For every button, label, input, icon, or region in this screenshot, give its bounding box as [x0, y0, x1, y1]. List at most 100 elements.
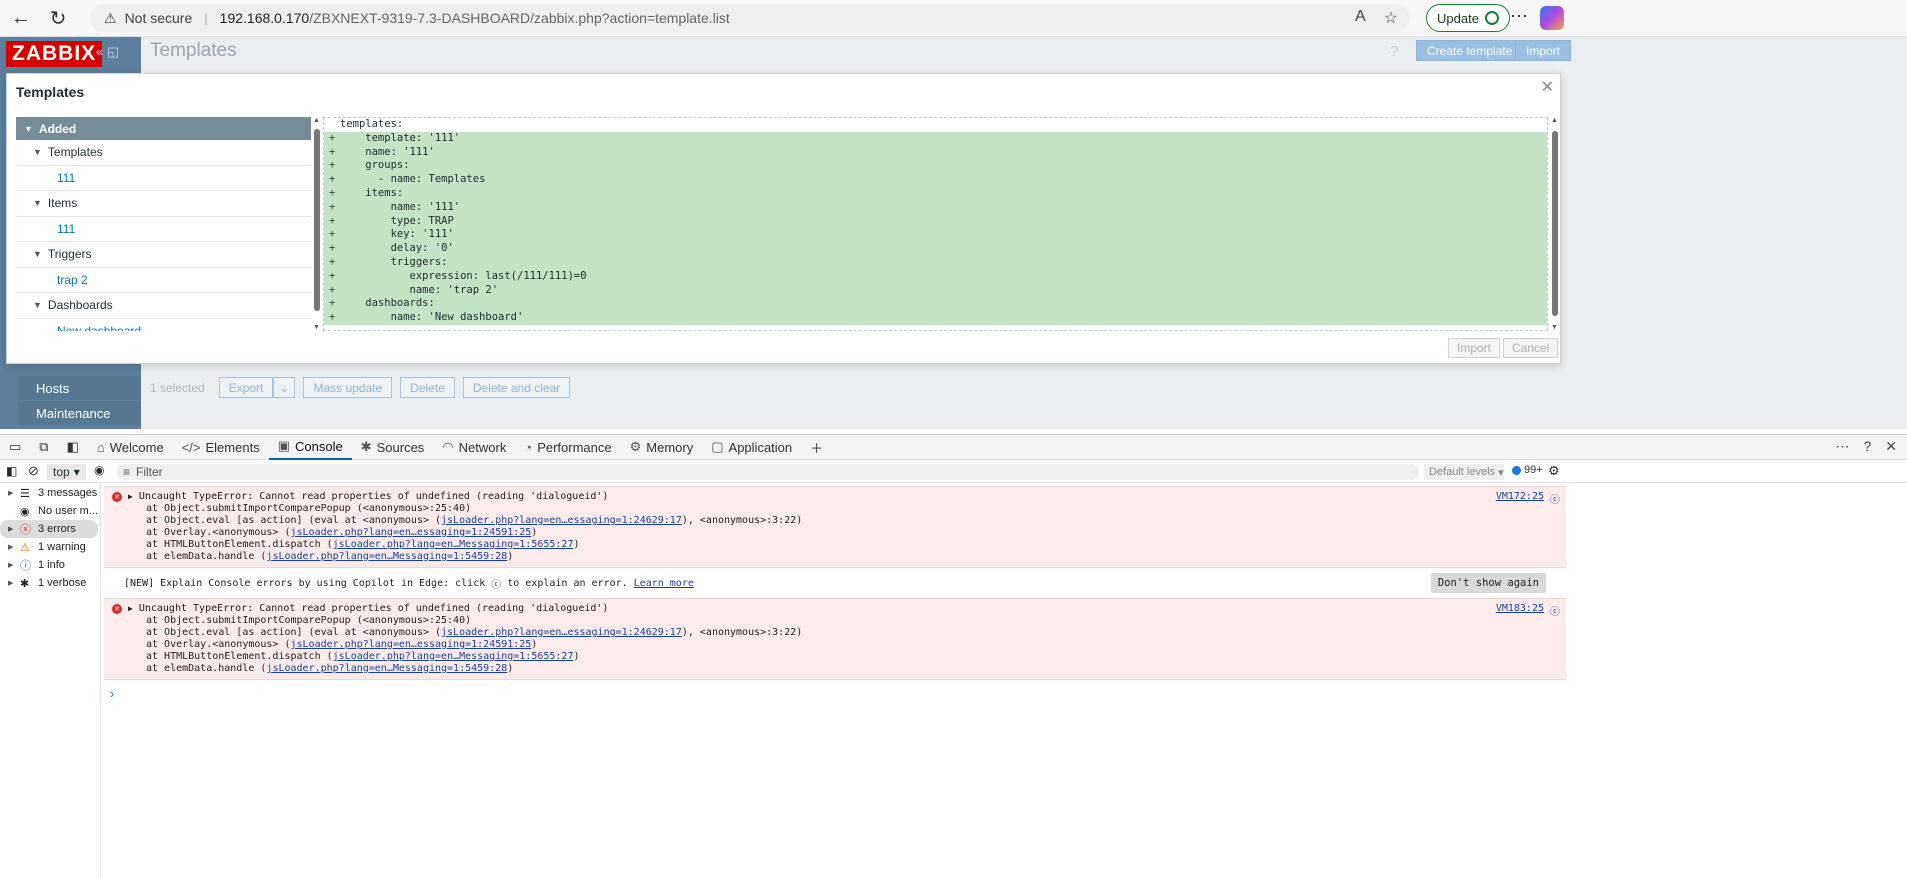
sidebar-item-maintenance[interactable]: Maintenance [18, 401, 141, 425]
console-filter-info[interactable]: ▶ ⓘ 1 info [0, 556, 100, 574]
add-tab-icon[interactable]: ＋ [801, 435, 832, 460]
code-line: + expression: last(/111/111)=0 [324, 269, 1547, 284]
tab-sources[interactable]: ✱ Sources [352, 435, 434, 460]
tree-leaf[interactable]: 111 [16, 166, 311, 191]
dialog-cancel-button[interactable]: Cancel [1503, 338, 1559, 358]
stack-frame: at Object.eval [as action] (eval at <ano… [146, 627, 803, 638]
code-icon: </> [181, 439, 201, 455]
devtools-tabbar: ▭ ⧉ ◧ ⌂ Welcome </> Elements ▣ Console ✱ Sou… [0, 435, 1907, 460]
dont-show-again-button[interactable]: Don't show again [1430, 573, 1546, 593]
list-icon: ☰ [20, 487, 30, 500]
delete-button[interactable]: Delete [400, 377, 455, 398]
console-prompt[interactable]: › [104, 686, 1566, 701]
source-location-link[interactable]: VM172:25 [1496, 491, 1544, 502]
collapse-sidebar-icon[interactable]: « ◱ [96, 44, 119, 60]
copilot-explain-icon[interactable]: ⓒ [1550, 603, 1560, 618]
refresh-icon[interactable]: ↻ [42, 2, 74, 34]
tree-scrollbar[interactable]: ▲ ▼ [312, 117, 322, 331]
console-filter-warning[interactable]: ▶ ⚠ 1 warning [0, 538, 100, 556]
help-icon[interactable]: ? [1390, 43, 1398, 60]
source-link[interactable]: jsLoader.php?lang=en…essaging=1:24591:25 [291, 639, 532, 650]
tab-elements[interactable]: </> Elements [173, 435, 269, 460]
tab-network[interactable]: ◠ Network [433, 435, 515, 460]
source-link[interactable]: jsLoader.php?lang=en…essaging=1:24629:17 [441, 627, 682, 638]
source-link[interactable]: jsLoader.php?lang=en…essaging=1:24591:25 [291, 527, 532, 538]
update-button[interactable]: Update [1426, 4, 1510, 32]
levels-select[interactable]: Default levels ▾ [1424, 464, 1504, 480]
export-dropdown-icon[interactable]: ⌄ [273, 377, 296, 398]
triangle-right-icon: ▶ [8, 562, 14, 569]
tab-console[interactable]: ▣ Console [268, 435, 352, 460]
address-bar[interactable]: ⚠ Not secure | 192.168.0.170/ZBXNEXT-931… [90, 4, 1410, 32]
tree-section-templates[interactable]: ▼ Templates [16, 140, 311, 166]
tab-memory[interactable]: ⚙ Memory [621, 435, 703, 460]
tab-welcome[interactable]: ⌂ Welcome [88, 435, 173, 460]
delete-and-clear-button[interactable]: Delete and clear [462, 377, 571, 398]
sidebar-item-hosts[interactable]: Hosts [18, 376, 141, 400]
tree-leaf[interactable]: 111 [16, 217, 311, 242]
read-aloud-icon[interactable]: A [1355, 8, 1366, 28]
copilot-icon[interactable]: ⓒ [491, 576, 501, 591]
dock-icon[interactable]: ◧ [58, 435, 88, 460]
url-text: 192.168.0.170/ZBXNEXT-9319-7.3-DASHBOARD… [219, 10, 730, 26]
sidebar-toggle-icon[interactable]: ◧ [6, 464, 17, 478]
zabbix-logo[interactable]: ZABBIX [6, 41, 103, 67]
tree-section-dashboards[interactable]: ▼ Dashboards [16, 293, 311, 319]
tab-performance[interactable]: ◔ Performance [515, 435, 620, 460]
wifi-icon: ◠ [442, 439, 454, 454]
back-icon[interactable]: ← [5, 2, 37, 34]
triangle-right-icon[interactable]: ▶ [128, 491, 133, 503]
bug-icon: ✱ [20, 577, 30, 590]
more-icon[interactable]: ⋯ [1835, 438, 1849, 455]
tree-section-items[interactable]: ▼ Items [16, 191, 311, 217]
stack-frame: at Overlay.<anonymous> (jsLoader.php?lan… [146, 527, 538, 538]
filter-input[interactable]: ≡ Filter [117, 464, 1419, 480]
close-icon[interactable]: ✕ [1541, 77, 1554, 97]
warning-icon: ⚠ [104, 9, 117, 26]
tab-application[interactable]: ▢ Application [702, 435, 801, 460]
inspect-icon[interactable]: ⧉ [30, 435, 57, 460]
console-filter-error[interactable]: ▶ ⓧ 3 errors [0, 520, 98, 538]
help-icon[interactable]: ? [1863, 438, 1871, 455]
code-scrollbar[interactable]: ▲ ▼ [1550, 117, 1560, 331]
copilot-icon[interactable] [1540, 6, 1564, 30]
source-link[interactable]: jsLoader.php?lang=en…Messaging=1:5655:27 [333, 539, 574, 550]
code-line: + triggers: [324, 255, 1547, 270]
eye-icon[interactable]: ◉ [94, 463, 104, 477]
favorite-star-icon[interactable]: ☆ [1384, 8, 1398, 28]
settings-gear-icon[interactable]: ⚙ [1548, 463, 1560, 479]
learn-more-link[interactable]: Learn more [634, 578, 694, 589]
source-link[interactable]: jsLoader.php?lang=en…Messaging=1:5459:28 [266, 663, 507, 674]
close-icon[interactable]: ✕ [1885, 438, 1897, 455]
create-template-button[interactable]: Create template [1416, 40, 1524, 61]
error-message[interactable]: ✕ ▶ Uncaught TypeError: Cannot read proper… [104, 598, 1566, 680]
triangle-right-icon[interactable]: ▶ [128, 603, 133, 615]
code-line: + - name: Templates [324, 173, 1547, 187]
tree-leaf[interactable]: New dashboard [16, 319, 311, 331]
export-button[interactable]: Export [218, 377, 274, 398]
device-emulation-icon[interactable]: ▭ [0, 435, 30, 460]
issues-counter[interactable]: 99+ [1512, 464, 1543, 476]
mass-update-button[interactable]: Mass update [303, 377, 393, 398]
import-button[interactable]: Import [1515, 40, 1572, 61]
source-location-link[interactable]: VM183:25 [1496, 603, 1544, 614]
action-bar: 1 selected Export ⌄ Mass update Delete D… [150, 377, 571, 398]
clear-console-icon[interactable]: ⊘ [28, 463, 39, 479]
context-select[interactable]: top ▾ [47, 463, 86, 480]
dialog-import-button[interactable]: Import [1448, 338, 1501, 358]
triangle-down-icon: ▼ [33, 198, 42, 209]
error-message[interactable]: ✕ ▶ Uncaught TypeError: Cannot read proper… [104, 486, 1566, 568]
source-link[interactable]: jsLoader.php?lang=en…essaging=1:24629:17 [441, 515, 682, 526]
source-link[interactable]: jsLoader.php?lang=en…Messaging=1:5655:27 [333, 651, 574, 662]
diff-code-view: templates: + template: '111' + name: '111'… [323, 117, 1548, 331]
console-filter-list[interactable]: ▶ ☰ 3 messages [0, 484, 100, 502]
console-filter-bug[interactable]: ▶ ✱ 1 verbose [0, 574, 100, 592]
not-secure-label: Not secure [124, 10, 193, 26]
source-link[interactable]: jsLoader.php?lang=en…Messaging=1:5459:28 [266, 551, 507, 562]
console-filter-user[interactable]: ◉ No user m... [0, 502, 100, 520]
tree-section-triggers[interactable]: ▼ Triggers [16, 242, 311, 268]
tree-header-added[interactable]: ▼ Added [16, 117, 311, 140]
copilot-explain-icon[interactable]: ⓒ [1550, 491, 1560, 506]
more-icon[interactable]: ⋯ [1510, 6, 1528, 27]
tree-leaf[interactable]: trap 2 [16, 268, 311, 293]
